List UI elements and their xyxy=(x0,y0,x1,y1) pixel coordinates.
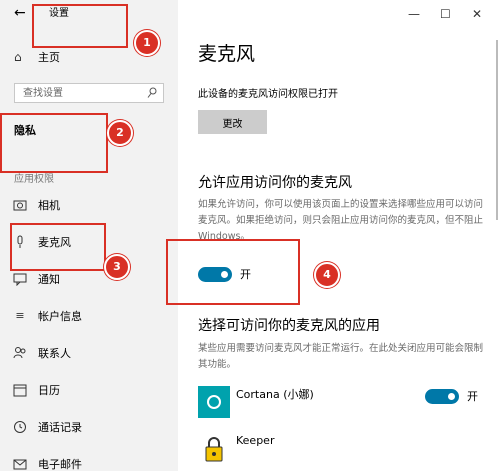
search-placeholder: 查找设置 xyxy=(23,88,63,99)
scrollbar[interactable] xyxy=(496,40,498,220)
sidebar-item-email[interactable]: 电子邮件 xyxy=(0,454,178,476)
call-history-icon xyxy=(14,421,26,433)
app-name: Keeper xyxy=(236,434,275,447)
search-input[interactable]: 查找设置 xyxy=(14,83,164,103)
back-button[interactable]: ← xyxy=(14,6,26,20)
minimize-button[interactable]: — xyxy=(408,8,420,20)
sidebar-item-camera[interactable]: 相机 xyxy=(0,195,178,217)
cortana-toggle[interactable] xyxy=(425,389,459,404)
account-info-icon: ≡ xyxy=(15,309,25,322)
toggle-knob xyxy=(221,271,228,278)
sidebar-heading-privacy: 隐私 xyxy=(14,124,36,137)
maximize-button[interactable]: ☐ xyxy=(440,8,451,20)
sidebar-item-notifications[interactable]: 通知 xyxy=(0,269,178,291)
app-name: Cortana (小娜) xyxy=(236,388,314,401)
close-button[interactable]: ✕ xyxy=(472,8,482,20)
sidebar-item-call-history[interactable]: 通话记录 xyxy=(0,417,178,439)
window-title: 设置 xyxy=(49,8,69,19)
allow-access-toggle[interactable] xyxy=(198,267,232,282)
choose-apps-heading: 选择可访问你的麦克风的应用 xyxy=(198,318,380,334)
sidebar-item-label: 电子邮件 xyxy=(38,458,82,471)
home-icon: ⌂ xyxy=(14,50,22,64)
sidebar-item-calendar[interactable]: 日历 xyxy=(0,380,178,402)
sidebar-item-label: 联系人 xyxy=(38,347,71,360)
sidebar-item-label: 日历 xyxy=(38,384,60,397)
access-status-text: 此设备的麦克风访问权限已打开 xyxy=(198,89,338,100)
sidebar-item-contacts[interactable]: 联系人 xyxy=(0,343,178,365)
camera-icon xyxy=(13,200,27,211)
contacts-icon xyxy=(13,347,26,359)
page-title: 麦克风 xyxy=(198,43,256,65)
search-icon xyxy=(147,87,157,98)
annotation-badge-4: 4 xyxy=(314,262,340,288)
allow-access-description: 如果允许访问，你可以使用该页面上的设置来选择哪些应用可以访问麦克风。如果拒绝访问… xyxy=(198,199,484,242)
sidebar: ← 设置 ⌂ 主页 查找设置 隐私 应用权限 相机 麦克风 通知 ≡ 帐户信息 … xyxy=(0,0,178,471)
toggle-knob xyxy=(448,393,455,400)
microphone-icon xyxy=(17,235,23,248)
notification-icon xyxy=(13,273,27,286)
choose-apps-description: 某些应用需要访问麦克风才能正常运行。在此处关闭应用可能会限制其功能。 xyxy=(198,343,484,370)
cortana-toggle-label: 开 xyxy=(467,390,478,403)
allow-access-heading: 允许应用访问你的麦克风 xyxy=(198,175,352,191)
sidebar-item-label: 通话记录 xyxy=(38,421,82,434)
annotation-badge-2: 2 xyxy=(107,120,133,146)
keeper-lock-icon xyxy=(205,437,223,462)
cortana-icon xyxy=(198,386,230,418)
sidebar-item-label: 相机 xyxy=(38,199,60,212)
annotation-badge-3: 3 xyxy=(104,254,130,280)
email-icon xyxy=(13,459,27,470)
calendar-icon xyxy=(13,384,27,397)
title-bar: ← 设置 xyxy=(0,0,178,28)
sidebar-item-label: 麦克风 xyxy=(38,236,71,249)
sidebar-item-label: 帐户信息 xyxy=(38,310,82,323)
annotation-badge-1: 1 xyxy=(134,30,160,56)
section-label-app-permissions: 应用权限 xyxy=(14,174,54,185)
main-panel: — ☐ ✕ 麦克风 此设备的麦克风访问权限已打开 更改 允许应用访问你的麦克风 … xyxy=(178,0,500,471)
app-row-cortana: Cortana (小娜) 开 xyxy=(198,386,498,420)
app-row-keeper: Keeper xyxy=(198,434,498,468)
allow-access-toggle-label: 开 xyxy=(240,268,251,281)
sidebar-item-microphone[interactable]: 麦克风 xyxy=(0,232,178,254)
sidebar-item-account-info[interactable]: ≡ 帐户信息 xyxy=(0,306,178,328)
change-button[interactable]: 更改 xyxy=(198,110,267,134)
sidebar-item-label: 通知 xyxy=(38,273,60,286)
home-label: 主页 xyxy=(38,51,60,64)
